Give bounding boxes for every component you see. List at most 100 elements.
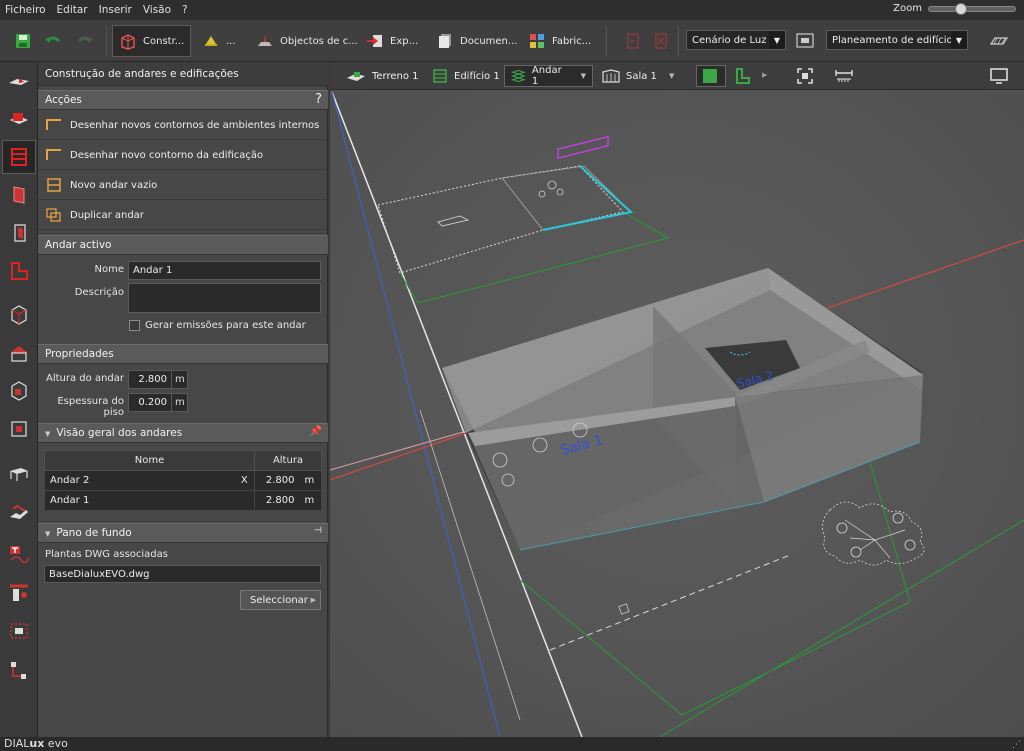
light-scene-value: Cenário de Luz 1 [692, 34, 776, 46]
documents-icon [439, 34, 451, 48]
level-name-input[interactable]: Andar 1 [128, 261, 321, 280]
crumb-room[interactable]: Sala 1 ▼ [596, 65, 680, 87]
rail-measure-button[interactable] [2, 576, 36, 610]
rail-floor-button[interactable] [2, 140, 36, 174]
mode-light-button[interactable]: ... [196, 25, 244, 57]
rail-room-outline-button[interactable] [2, 254, 36, 288]
select-area-icon [10, 623, 28, 639]
chevron-down-icon[interactable]: ▼ [581, 72, 586, 80]
action-draw-room-contours[interactable]: Desenhar novos contornos de ambientes in… [38, 111, 328, 140]
rail-wall-button[interactable] [2, 178, 36, 212]
view-floor-plan-button[interactable] [730, 65, 760, 87]
mode-documents-button[interactable]: Documen... [430, 25, 517, 57]
menu-ficheiro[interactable]: Ficheiro [0, 4, 52, 16]
undo-button[interactable] [38, 25, 66, 57]
level-unit-cell: m [299, 470, 322, 491]
table-icon [10, 468, 28, 481]
mode-manufacturers-label: Fabric... [552, 35, 592, 47]
mode-construction-button[interactable]: Constr... [112, 25, 191, 57]
l-shape-icon [736, 68, 750, 84]
action-draw-building-contour[interactable]: Desenhar novo contorno da edificação [38, 141, 328, 170]
mode-objects-button[interactable]: Objectos de c... [250, 25, 358, 57]
tool-rail [0, 62, 38, 737]
delete-view-button[interactable] [646, 25, 670, 57]
building-construction-icon [121, 34, 135, 50]
crumb-level[interactable]: Andar 1 ▼ [504, 65, 593, 87]
pin-icon[interactable]: ⊣ [314, 526, 322, 536]
viewport-toolbar: Terreno 1 Edifício 1 Andar 1 ▼ Sala 1 ▼ … [330, 62, 1024, 90]
rail-building-button[interactable] [2, 102, 36, 136]
section-properties-header[interactable]: Propriedades [38, 344, 328, 364]
fit-view-button[interactable] [792, 65, 822, 87]
scene-canvas[interactable]: Sala 1 Sala 2 [330, 90, 1024, 737]
mode-construction-label: Constr... [143, 35, 185, 47]
floor-thickness-input[interactable]: 0.200 [128, 393, 172, 412]
rail-stairs-button[interactable] [2, 494, 36, 528]
dwg-file-item[interactable]: BaseDialuxEVO.dwg [44, 565, 321, 583]
select-dwg-button[interactable]: Seleccionar ▶ [240, 590, 321, 610]
menu-editar[interactable]: Editar [52, 4, 94, 16]
level-description-input[interactable] [128, 283, 321, 313]
mode-manufacturers-button[interactable]: Fabric... [522, 25, 600, 57]
rail-cube-button[interactable] [2, 298, 36, 332]
wall-icon [13, 186, 25, 204]
crumb-terrain[interactable]: Terreno 1 [340, 65, 425, 87]
pin-icon[interactable]: 📌 [310, 426, 322, 437]
chevron-down-icon: ▼ [951, 31, 967, 49]
chevron-right-icon[interactable]: ▶ [762, 71, 767, 79]
chevron-down-icon[interactable]: ▼ [669, 72, 674, 80]
column-header-name[interactable]: Nome [44, 450, 255, 471]
help-icon[interactable]: ? [315, 92, 322, 107]
section-overview-header[interactable]: ▼ Visão geral dos andares 📌 [38, 423, 328, 443]
mode-export-button[interactable]: Exp... [360, 25, 420, 57]
planning-value: Planeamento de edifício... [832, 34, 963, 46]
rail-select-area-button[interactable] [2, 614, 36, 648]
fullscreen-view-button[interactable] [986, 65, 1018, 87]
rail-table-button[interactable] [2, 456, 36, 490]
scene-settings-button[interactable] [790, 25, 816, 57]
level-unit-cell: m [299, 490, 322, 511]
rail-opening-button[interactable] [2, 374, 36, 408]
section-active-level-header[interactable]: Andar activo [38, 235, 328, 255]
measure-dimension-button[interactable] [830, 65, 862, 87]
resize-grip-icon[interactable]: ⋰ [1012, 738, 1021, 751]
menu-help[interactable]: ? [177, 4, 194, 16]
section-background-header[interactable]: ▼ Pano de fundo ⊣ [38, 523, 328, 543]
toolbar-separator [678, 26, 679, 56]
rail-terrain-button[interactable] [2, 64, 36, 98]
table-row[interactable]: Andar 2 X 2.800 m [44, 470, 322, 491]
redo-button[interactable] [70, 25, 98, 57]
zoom-slider[interactable] [928, 2, 1016, 15]
emissions-checkbox[interactable] [129, 320, 140, 331]
rail-roof-button[interactable] [2, 336, 36, 370]
rail-text-button[interactable] [2, 538, 36, 572]
menu-inserir[interactable]: Inserir [94, 4, 138, 16]
planning-select[interactable]: Planeamento de edifício... ▼ [826, 30, 968, 50]
zoom-slider-thumb[interactable] [954, 2, 967, 15]
crumb-building[interactable]: Edifício 1 [426, 65, 506, 87]
action-label: Novo andar vazio [70, 179, 158, 191]
3d-viewport[interactable]: Sala 1 Sala 2 [330, 90, 1024, 737]
rail-column-button[interactable] [2, 412, 36, 446]
camera-button[interactable] [618, 25, 642, 57]
menu-visao[interactable]: Visão [138, 4, 177, 16]
light-scene-select[interactable]: Cenário de Luz 1 ▼ [686, 30, 786, 50]
roof-icon [10, 346, 28, 362]
crumb-label: Edifício 1 [454, 70, 500, 82]
section-actions-header[interactable]: Acções ? [38, 90, 328, 110]
level-height-input[interactable]: 2.800 [128, 370, 172, 389]
floor-plan-view-button[interactable] [984, 25, 1014, 57]
delete-level-button[interactable]: X [234, 470, 255, 491]
action-duplicate-level[interactable]: Duplicar andar [38, 201, 328, 230]
status-bar: DIALux evo ⋰ [0, 737, 1024, 751]
action-new-empty-level[interactable]: Novo andar vazio [38, 171, 328, 200]
table-row[interactable]: Andar 1 2.800 m [44, 490, 322, 511]
undo-icon [45, 36, 61, 43]
rail-ceiling-button[interactable] [2, 216, 36, 250]
rail-align-button[interactable] [2, 654, 36, 688]
column-header-height[interactable]: Altura [254, 450, 322, 471]
delete-level-button[interactable] [234, 490, 255, 511]
view-3d-solid-button[interactable] [696, 65, 726, 87]
save-button[interactable] [8, 25, 36, 57]
menu-bar: Ficheiro Editar Inserir Visão ? Zoom [0, 0, 1024, 20]
